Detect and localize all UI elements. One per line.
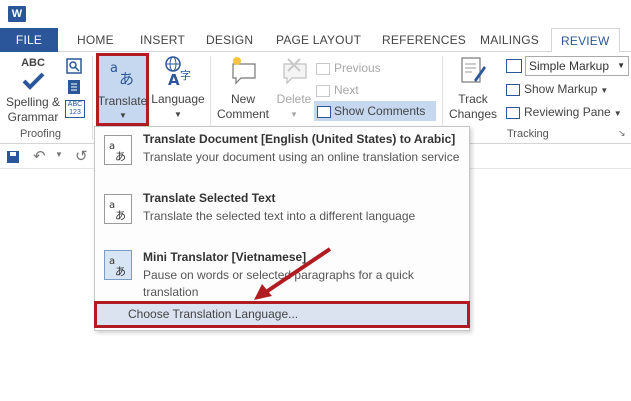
grammar-label: Grammar (7, 110, 59, 124)
translate-document-glyph: a あ (109, 141, 126, 163)
proofing-group-label: Proofing (20, 128, 61, 140)
language-icon: A 字 (165, 56, 191, 89)
undo-icon[interactable]: ↶ (33, 147, 46, 165)
tracking-group-label: Tracking (507, 128, 549, 140)
save-icon[interactable] (6, 150, 20, 164)
tab-review[interactable]: REVIEW (551, 28, 620, 53)
svg-text:字: 字 (180, 68, 191, 82)
abc-icon-text: ABC (21, 57, 45, 69)
markup-select[interactable]: Simple Markup ▼ (525, 56, 629, 76)
show-comments-label: Show Comments (334, 104, 426, 118)
choose-translation-language-item[interactable]: Choose Translation Language... (94, 301, 470, 328)
new-comment-label-1: New (230, 92, 255, 106)
track-label-2: Changes (448, 107, 498, 121)
tab-page-layout[interactable]: PAGE LAYOUT (276, 28, 361, 52)
svg-text:あ: あ (115, 209, 126, 222)
new-comment-icon (232, 57, 256, 85)
chevron-down-icon: ▼ (290, 110, 298, 119)
menu-item-description: Translate the selected text into a diffe… (143, 209, 416, 223)
track-label-1: Track (458, 92, 488, 106)
show-comments-icon (317, 105, 331, 118)
show-markup-label: Show Markup (524, 82, 598, 96)
next-comment-button[interactable]: Next (316, 80, 359, 100)
translate-icon: a あ (110, 61, 134, 88)
reviewing-pane-label: Reviewing Pane (524, 105, 611, 119)
chevron-down-icon: ▼ (119, 111, 127, 120)
display-for-review-icon (506, 59, 522, 73)
ribbon-tabs: FILE HOME INSERT DESIGN PAGE LAYOUT REFE… (0, 28, 631, 53)
thesaurus-icon[interactable] (66, 79, 82, 95)
translate-label: Translate (97, 94, 148, 108)
delete-label: Delete (276, 92, 312, 106)
mini-translator-glyph: a あ (109, 256, 126, 278)
menu-item-description: Pause on words or selected paragraphs fo… (143, 268, 414, 299)
redo-icon[interactable]: ↺ (75, 147, 88, 165)
language-button[interactable]: A 字 Language ▼ (150, 54, 206, 126)
new-comment-button[interactable]: New Comment (214, 54, 272, 126)
mini-translator-icon: a あ (104, 250, 132, 280)
word-app-icon[interactable]: W (8, 6, 26, 22)
chevron-down-icon[interactable]: ▼ (55, 150, 63, 159)
show-markup-icon (506, 83, 520, 96)
translate-selected-glyph: a あ (109, 200, 126, 222)
show-markup-button[interactable]: Show Markup ▼ (506, 79, 608, 99)
tab-design[interactable]: DESIGN (206, 28, 253, 52)
previous-label: Previous (334, 61, 381, 75)
checkmark-icon (22, 72, 45, 90)
next-icon (316, 84, 330, 97)
chevron-down-icon: ▼ (174, 110, 182, 119)
track-changes-button[interactable]: Track Changes (444, 54, 502, 126)
tab-references[interactable]: REFERENCES (382, 28, 466, 52)
group-separator (92, 56, 93, 140)
svg-text:あ: あ (115, 265, 126, 278)
menu-item-description: Translate your document using an online … (143, 150, 460, 164)
menu-item-title: Mini Translator [Vietnamese] (143, 250, 307, 264)
tab-file[interactable]: FILE (0, 28, 58, 52)
language-label: Language (151, 92, 205, 106)
chevron-down-icon: ▼ (617, 61, 625, 70)
reviewing-pane-icon (506, 106, 520, 119)
translate-document-icon: a あ (104, 135, 132, 165)
menu-item-translate-document[interactable]: a あ Translate Document [English (United … (95, 127, 469, 189)
menu-item-translate-selected[interactable]: a あ Translate Selected Text Translate th… (95, 189, 469, 245)
spelling-label: Spelling & (5, 95, 61, 109)
menu-item-title: Translate Document [English (United Stat… (143, 132, 456, 146)
markup-select-value: Simple Markup (529, 59, 610, 73)
chevron-down-icon: ▼ (613, 109, 622, 118)
translate-button[interactable]: a あ Translate ▼ (96, 53, 149, 126)
menu-item-title: Translate Selected Text (143, 191, 276, 205)
word-count-digits: 123 (69, 109, 81, 116)
tab-home[interactable]: HOME (77, 28, 114, 52)
delete-comment-button[interactable]: Delete ▼ (272, 54, 316, 126)
tab-insert[interactable]: INSERT (140, 28, 185, 52)
menu-item-mini-translator[interactable]: a あ Mini Translator [Vietnamese] Pause o… (95, 245, 469, 301)
research-icon[interactable] (66, 58, 82, 74)
show-comments-button[interactable]: Show Comments (314, 101, 436, 121)
reviewing-pane-button[interactable]: Reviewing Pane ▼ (506, 102, 622, 122)
svg-text:a: a (110, 61, 118, 76)
dialog-launcher-icon[interactable]: ↘ (618, 128, 626, 139)
delete-comment-icon (283, 58, 307, 85)
previous-comment-button[interactable]: Previous (316, 58, 381, 78)
chevron-down-icon: ▼ (600, 86, 609, 95)
next-label: Next (334, 83, 359, 97)
new-comment-label-2: Comment (216, 107, 269, 121)
track-changes-icon (461, 57, 486, 83)
tab-mailings[interactable]: MAILINGS (480, 28, 539, 52)
word-count-abc: ABC (67, 101, 83, 108)
word-count-icon[interactable]: ABC 123 (65, 100, 85, 118)
svg-text:A: A (168, 71, 180, 88)
spelling-grammar-button[interactable]: ABC Spelling & Grammar (2, 54, 64, 126)
svg-text:あ: あ (115, 150, 126, 163)
title-bar: W (0, 0, 631, 28)
previous-icon (316, 62, 330, 75)
svg-text:あ: あ (119, 70, 134, 88)
translate-selected-icon: a あ (104, 194, 132, 224)
